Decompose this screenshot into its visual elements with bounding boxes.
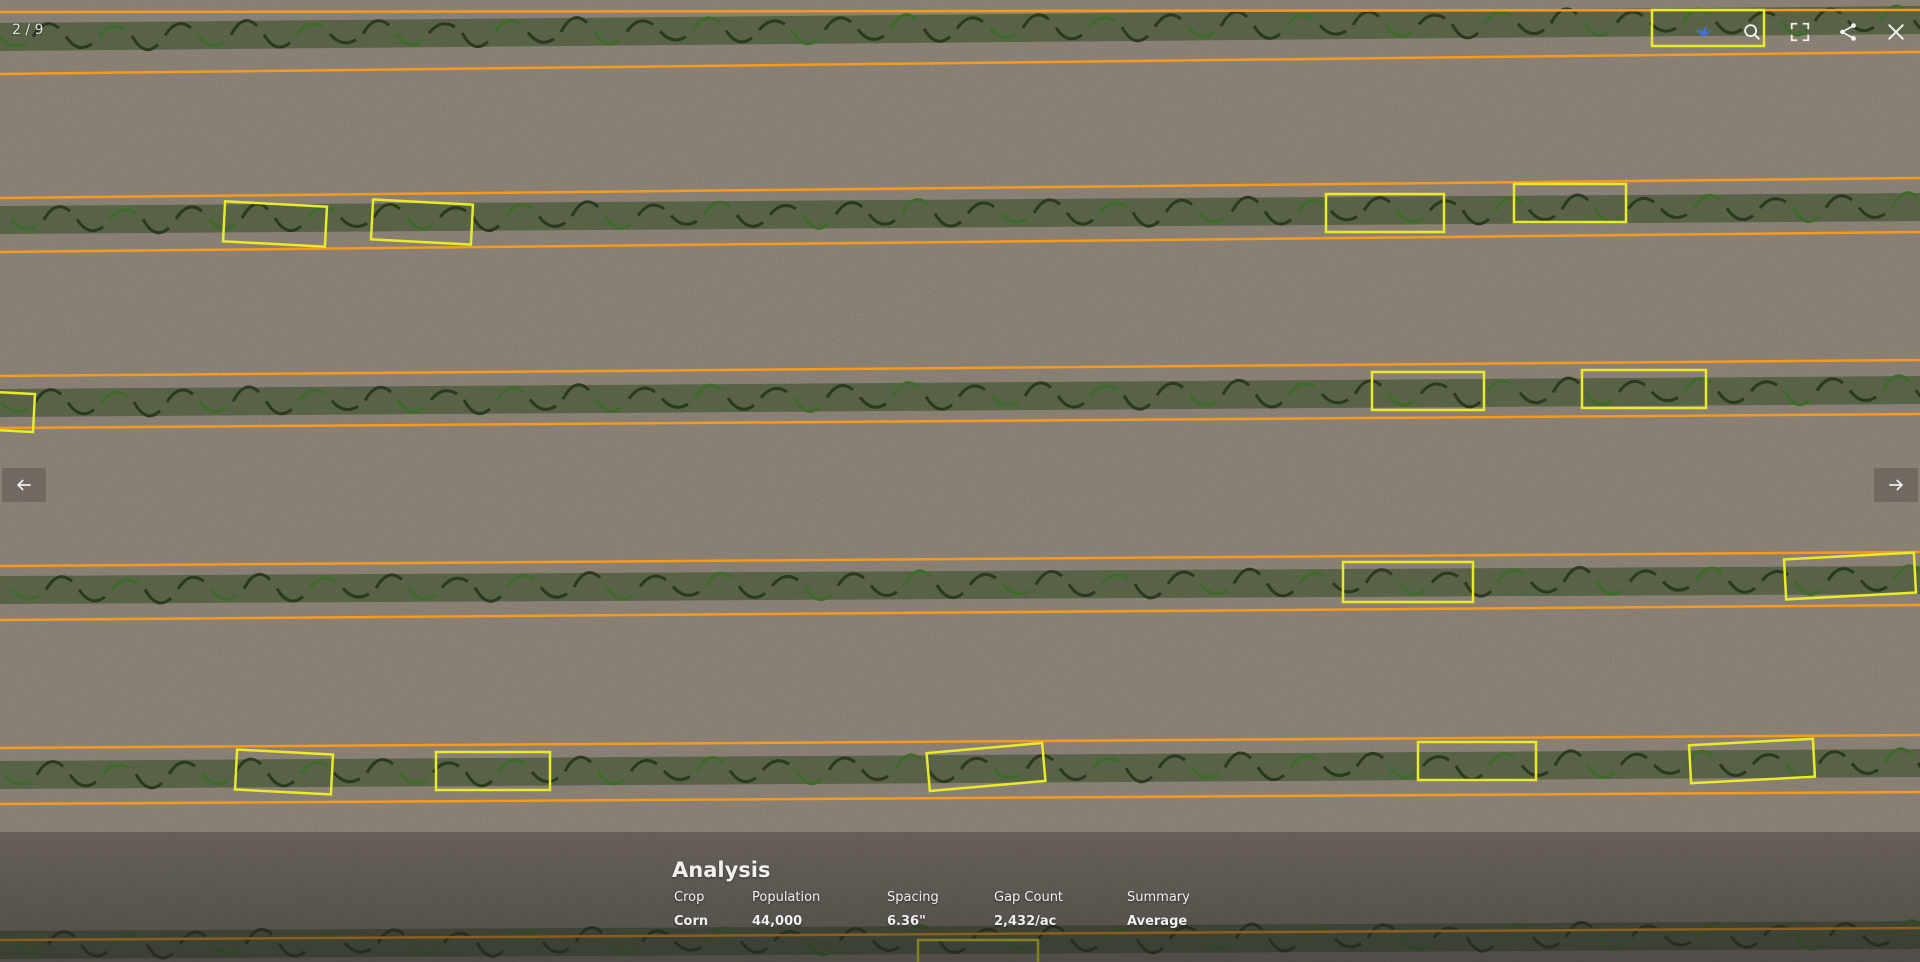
viewer-toolbar	[1680, 10, 1920, 54]
stat-label: Crop	[674, 890, 705, 905]
stat-crop: Crop Corn	[674, 889, 752, 931]
stat-summary: Summary Average	[1127, 889, 1247, 931]
arrow-left-icon	[16, 479, 31, 491]
field-image	[0, 0, 1920, 962]
stat-value: 44,000	[752, 914, 803, 929]
close-icon	[1887, 23, 1905, 41]
zoom-icon	[1744, 24, 1761, 41]
share-button[interactable]	[1824, 10, 1872, 54]
share-icon	[1840, 23, 1856, 41]
stat-label: Summary	[1127, 890, 1190, 905]
bird-button[interactable]	[1680, 10, 1728, 54]
next-image-button[interactable]	[1874, 468, 1918, 502]
arrow-right-icon	[1889, 479, 1904, 491]
bird-icon	[1695, 25, 1713, 37]
stat-value: 6.36"	[887, 914, 926, 929]
stat-value: Average	[1127, 914, 1188, 929]
image-counter: 2 / 9	[12, 22, 44, 38]
fullscreen-button[interactable]	[1776, 10, 1824, 54]
stat-gap-count: Gap Count 2,432/ac	[994, 889, 1127, 931]
close-button[interactable]	[1872, 10, 1920, 54]
zoom-button[interactable]	[1728, 10, 1776, 54]
stat-spacing: Spacing 6.36"	[887, 889, 994, 931]
stat-label: Gap Count	[994, 890, 1064, 905]
stat-value: 2,432/ac	[994, 914, 1057, 929]
stat-value: Corn	[674, 914, 709, 929]
stat-population: Population 44,000	[752, 889, 887, 931]
stats-table: Crop Corn Population 44,000 Spacing 6.36…	[674, 889, 1247, 931]
caption-content: Analysis Crop Corn Population 44,000 Spa…	[672, 860, 1247, 931]
caption-title: Analysis	[672, 858, 771, 882]
stat-label: Population	[752, 890, 821, 905]
analysis-caption: Analysis Crop Corn Population 44,000 Spa…	[0, 832, 1920, 962]
prev-image-button[interactable]	[2, 468, 46, 502]
fullscreen-icon	[1790, 22, 1810, 42]
stat-label: Spacing	[887, 890, 939, 905]
